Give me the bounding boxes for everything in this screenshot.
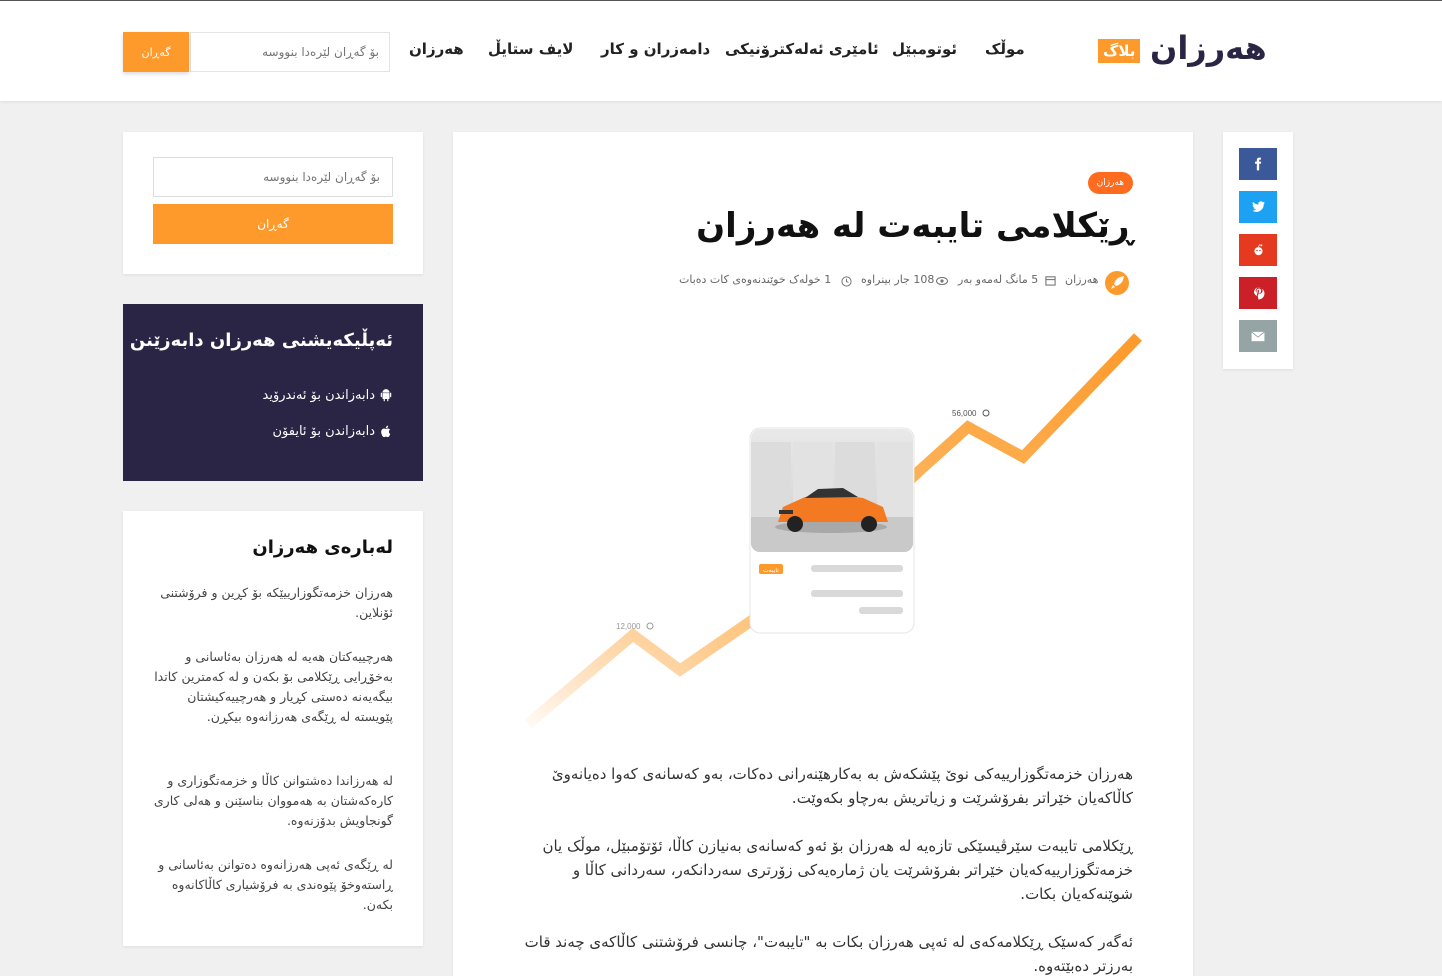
hero-illustration: 12,000 56,000 تایبەت — [524, 333, 1142, 729]
category-badge[interactable]: هەرزان — [1087, 172, 1133, 194]
rocket-icon — [1111, 276, 1124, 289]
twitter-icon — [1251, 201, 1265, 212]
post-paragraph-2: ڕێکلامی تایبەت سێرڤیسێکی تازەیە لە هەرزا… — [542, 837, 1133, 903]
about-paragraph-4: لە ڕێگەی ئەپی هەرزانەوە دەتوانن بەئاسانی… — [158, 857, 393, 912]
about-widget: لەبارەی هەرزان هەرزان خزمەتگوزارییێکە بۆ… — [123, 511, 423, 946]
chart-label-low: 12,000 — [616, 622, 641, 631]
ios-download-link[interactable]: دابەزاندن بۆ ئایفۆن — [272, 424, 393, 439]
twitter-share-button[interactable] — [1239, 191, 1277, 223]
nav-item-jobs[interactable]: دامەزران و کار — [601, 40, 710, 58]
logo-badge: بلاگ — [1098, 39, 1141, 63]
nav-item-property[interactable]: موڵک — [985, 40, 1025, 58]
card-badge: تایبەت — [763, 567, 779, 574]
android-download-label: دابەزاندن بۆ ئەندرۆید — [262, 388, 376, 403]
about-paragraph-3: لە هەرزاندا دەشتوانن کاڵا و خزمەتگوزاری … — [153, 773, 393, 828]
app-widget-title: ئەپڵیکەیشنی هەرزان دابەزێنن — [129, 330, 393, 351]
about-paragraph-1: هەرزان خزمەتگوزارییێکە بۆ کڕین و فرۆشتنی… — [160, 585, 393, 620]
ios-download-label: دابەزاندن بۆ ئایفۆن — [272, 424, 375, 439]
logo[interactable]: بلاگ هەرزان — [1098, 29, 1290, 71]
nav-item-electronics[interactable]: ئامێری ئەلەکترۆنیکی — [725, 40, 879, 58]
share-panel — [1223, 132, 1293, 369]
clock-icon — [841, 276, 852, 287]
nav-item-harzan[interactable]: هەرزان — [409, 40, 464, 58]
chart-label-high: 56,000 — [952, 409, 977, 418]
sidebar-search-widget: گەڕان — [123, 132, 423, 274]
post-read-time: 1 خولەک خوێندنەوەی کات دەبات — [679, 273, 832, 286]
nav-item-lifestyle[interactable]: لایف ستایڵ — [488, 40, 573, 58]
eye-icon — [936, 277, 948, 285]
reddit-share-button[interactable] — [1239, 234, 1277, 266]
post-date: 5 مانگ لەمەو بەر — [958, 273, 1039, 286]
facebook-share-button[interactable] — [1239, 148, 1277, 180]
site-header: بلاگ هەرزان موڵک ئوتومبێل ئامێری ئەلەکتر… — [0, 1, 1442, 101]
app-download-widget: ئەپڵیکەیشنی هەرزان دابەزێنن دابەزاندن بۆ… — [123, 304, 423, 481]
post-title: ڕێکلامی تایبەت لە هەرزان — [696, 206, 1133, 246]
post-paragraph-3: ئەگەر کەسێک ڕێکلامەکەی لە ئەپی هەرزان بک… — [524, 933, 1133, 975]
pinterest-share-button[interactable] — [1239, 277, 1277, 309]
android-icon — [380, 389, 392, 402]
email-share-button[interactable] — [1239, 320, 1277, 352]
header-search-input[interactable] — [190, 32, 390, 72]
calendar-icon — [1045, 276, 1056, 286]
reddit-icon — [1253, 244, 1263, 256]
sidebar-search-button[interactable]: گەڕان — [153, 204, 393, 244]
sidebar-search-input[interactable] — [153, 157, 393, 197]
post-views: 108 جار بینراوە — [861, 273, 935, 286]
logo-text: هەرزان — [1150, 29, 1267, 67]
post-paragraph-1: هەرزان خزمەتگوزارییەکی نوێ پێشکەش بە بەک… — [551, 765, 1133, 807]
apple-icon — [381, 425, 391, 438]
car-image — [751, 429, 913, 552]
nav-item-cars[interactable]: ئوتومبێل — [892, 40, 957, 58]
author-avatar[interactable] — [1105, 271, 1129, 295]
product-card: تایبەت — [749, 427, 915, 634]
header-search-button[interactable]: گەڕان — [123, 32, 189, 72]
about-widget-title: لەبارەی هەرزان — [252, 537, 393, 558]
facebook-icon — [1255, 157, 1262, 171]
pinterest-icon — [1253, 286, 1264, 299]
email-icon — [1251, 330, 1265, 341]
about-paragraph-2: هەرچییەکتان هەیە لە هەرزان بەئاسانی و بە… — [154, 649, 393, 724]
article-card: هەرزان ڕێکلامی تایبەت لە هەرزان هەرزان 5… — [453, 132, 1193, 976]
post-author[interactable]: هەرزان — [1065, 273, 1098, 286]
android-download-link[interactable]: دابەزاندن بۆ ئەندرۆید — [263, 388, 394, 403]
